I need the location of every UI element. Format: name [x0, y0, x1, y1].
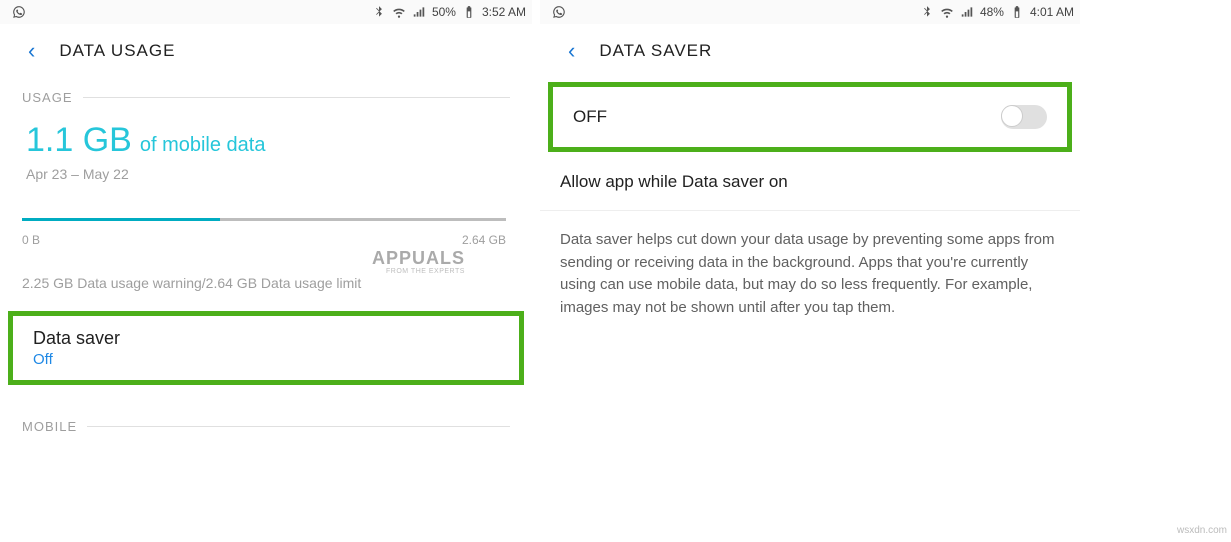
toggle-switch[interactable]: [1001, 105, 1047, 129]
allow-app-row[interactable]: Allow app while Data saver on: [540, 154, 1080, 211]
screen-data-usage: 50% 3:52 AM ‹ DATA USAGE USAGE 1.1 GB of…: [0, 0, 532, 520]
usage-amount: 1.1 GB: [26, 121, 132, 160]
battery-percent: 50%: [432, 5, 456, 19]
divider: [87, 426, 510, 427]
divider: [83, 97, 510, 98]
wifi-icon: [940, 5, 954, 19]
section-header-usage: USAGE: [0, 78, 532, 111]
whatsapp-icon: [552, 5, 566, 19]
data-saver-description: Data saver helps cut down your data usag…: [540, 211, 1080, 337]
section-label: USAGE: [22, 90, 73, 105]
page-title: DATA SAVER: [599, 41, 712, 61]
battery-percent: 48%: [980, 5, 1004, 19]
usage-summary[interactable]: 1.1 GB of mobile data Apr 23 – May 22: [0, 111, 532, 186]
signal-icon: [960, 5, 974, 19]
page-title: DATA USAGE: [59, 41, 175, 61]
section-label: MOBILE: [22, 419, 77, 434]
status-bar: 50% 3:52 AM: [0, 0, 532, 24]
nav-bar: ‹ DATA SAVER: [540, 24, 1080, 78]
usage-bar-min: 0 B: [22, 233, 40, 247]
battery-icon: [1010, 5, 1024, 19]
whatsapp-icon: [12, 5, 26, 19]
status-bar: 48% 4:01 AM: [540, 0, 1080, 24]
data-saver-title: Data saver: [33, 328, 499, 349]
usage-bar-max: 2.64 GB: [462, 233, 506, 247]
back-icon[interactable]: ‹: [28, 38, 35, 64]
signal-icon: [412, 5, 426, 19]
toggle-knob: [1001, 105, 1023, 127]
clock-time: 4:01 AM: [1030, 5, 1074, 19]
usage-warning-text: 2.25 GB Data usage warning/2.64 GB Data …: [0, 247, 532, 311]
section-header-mobile: MOBILE: [0, 407, 532, 440]
data-saver-status: Off: [33, 351, 499, 368]
wifi-icon: [392, 5, 406, 19]
battery-icon: [462, 5, 476, 19]
data-saver-row[interactable]: Data saver Off: [8, 311, 524, 385]
bluetooth-icon: [920, 5, 934, 19]
site-watermark: wsxdn.com: [1177, 525, 1227, 536]
data-saver-toggle-row[interactable]: OFF: [548, 82, 1072, 152]
usage-progress-bar: [22, 218, 506, 221]
toggle-label: OFF: [573, 107, 607, 127]
back-icon[interactable]: ‹: [568, 38, 575, 64]
usage-suffix: of mobile data: [140, 134, 266, 157]
clock-time: 3:52 AM: [482, 5, 526, 19]
usage-period: Apr 23 – May 22: [26, 166, 506, 182]
allow-app-label: Allow app while Data saver on: [560, 172, 788, 191]
bluetooth-icon: [372, 5, 386, 19]
usage-bar-labels: 0 B 2.64 GB: [0, 225, 532, 247]
nav-bar: ‹ DATA USAGE: [0, 24, 532, 78]
screen-data-saver: 48% 4:01 AM ‹ DATA SAVER OFF Allow app w…: [540, 0, 1080, 520]
usage-progress-fill: [22, 218, 220, 221]
